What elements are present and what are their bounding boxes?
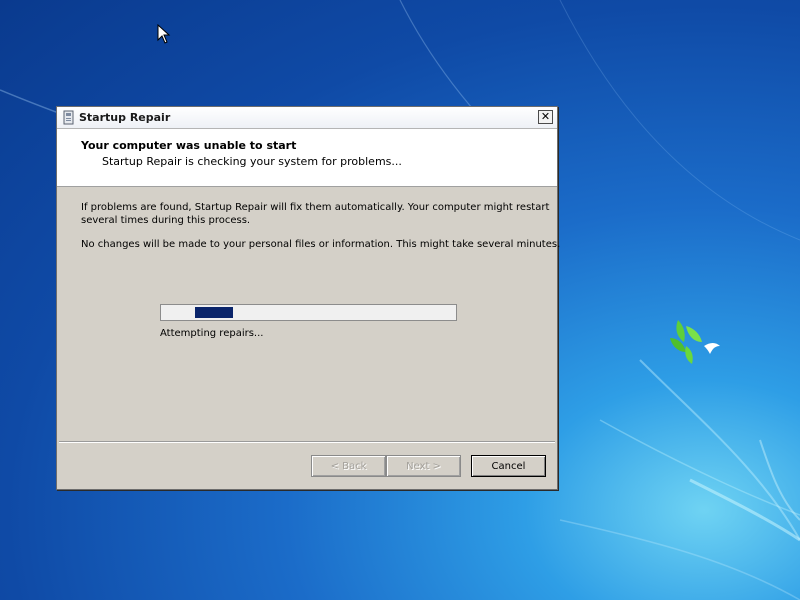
dialog-header: Your computer was unable to start Startu… <box>57 129 557 187</box>
close-button[interactable]: ✕ <box>538 110 553 124</box>
info-paragraph-2: No changes will be made to your personal… <box>81 239 561 250</box>
startup-repair-icon <box>63 110 74 125</box>
progress-bar <box>160 304 457 321</box>
back-button[interactable]: < Back <box>311 455 386 477</box>
progress-bar-segment <box>195 307 233 318</box>
title-bar[interactable]: Startup Repair ✕ <box>57 107 557 129</box>
info-paragraph-1: If problems are found, Startup Repair wi… <box>81 202 550 226</box>
window-title: Startup Repair <box>79 111 171 124</box>
close-icon: ✕ <box>540 110 551 123</box>
next-button[interactable]: Next > <box>386 455 461 477</box>
cancel-button[interactable]: Cancel <box>471 455 546 477</box>
header-subtitle: Startup Repair is checking your system f… <box>102 155 402 168</box>
arrow-cursor-icon <box>157 24 171 44</box>
footer-divider <box>59 441 555 443</box>
startup-repair-dialog: Startup Repair ✕ Your computer was unabl… <box>56 106 561 490</box>
leaf-bird-logo <box>670 320 720 364</box>
header-title: Your computer was unable to start <box>81 139 297 152</box>
progress-status: Attempting repairs... <box>160 328 264 339</box>
